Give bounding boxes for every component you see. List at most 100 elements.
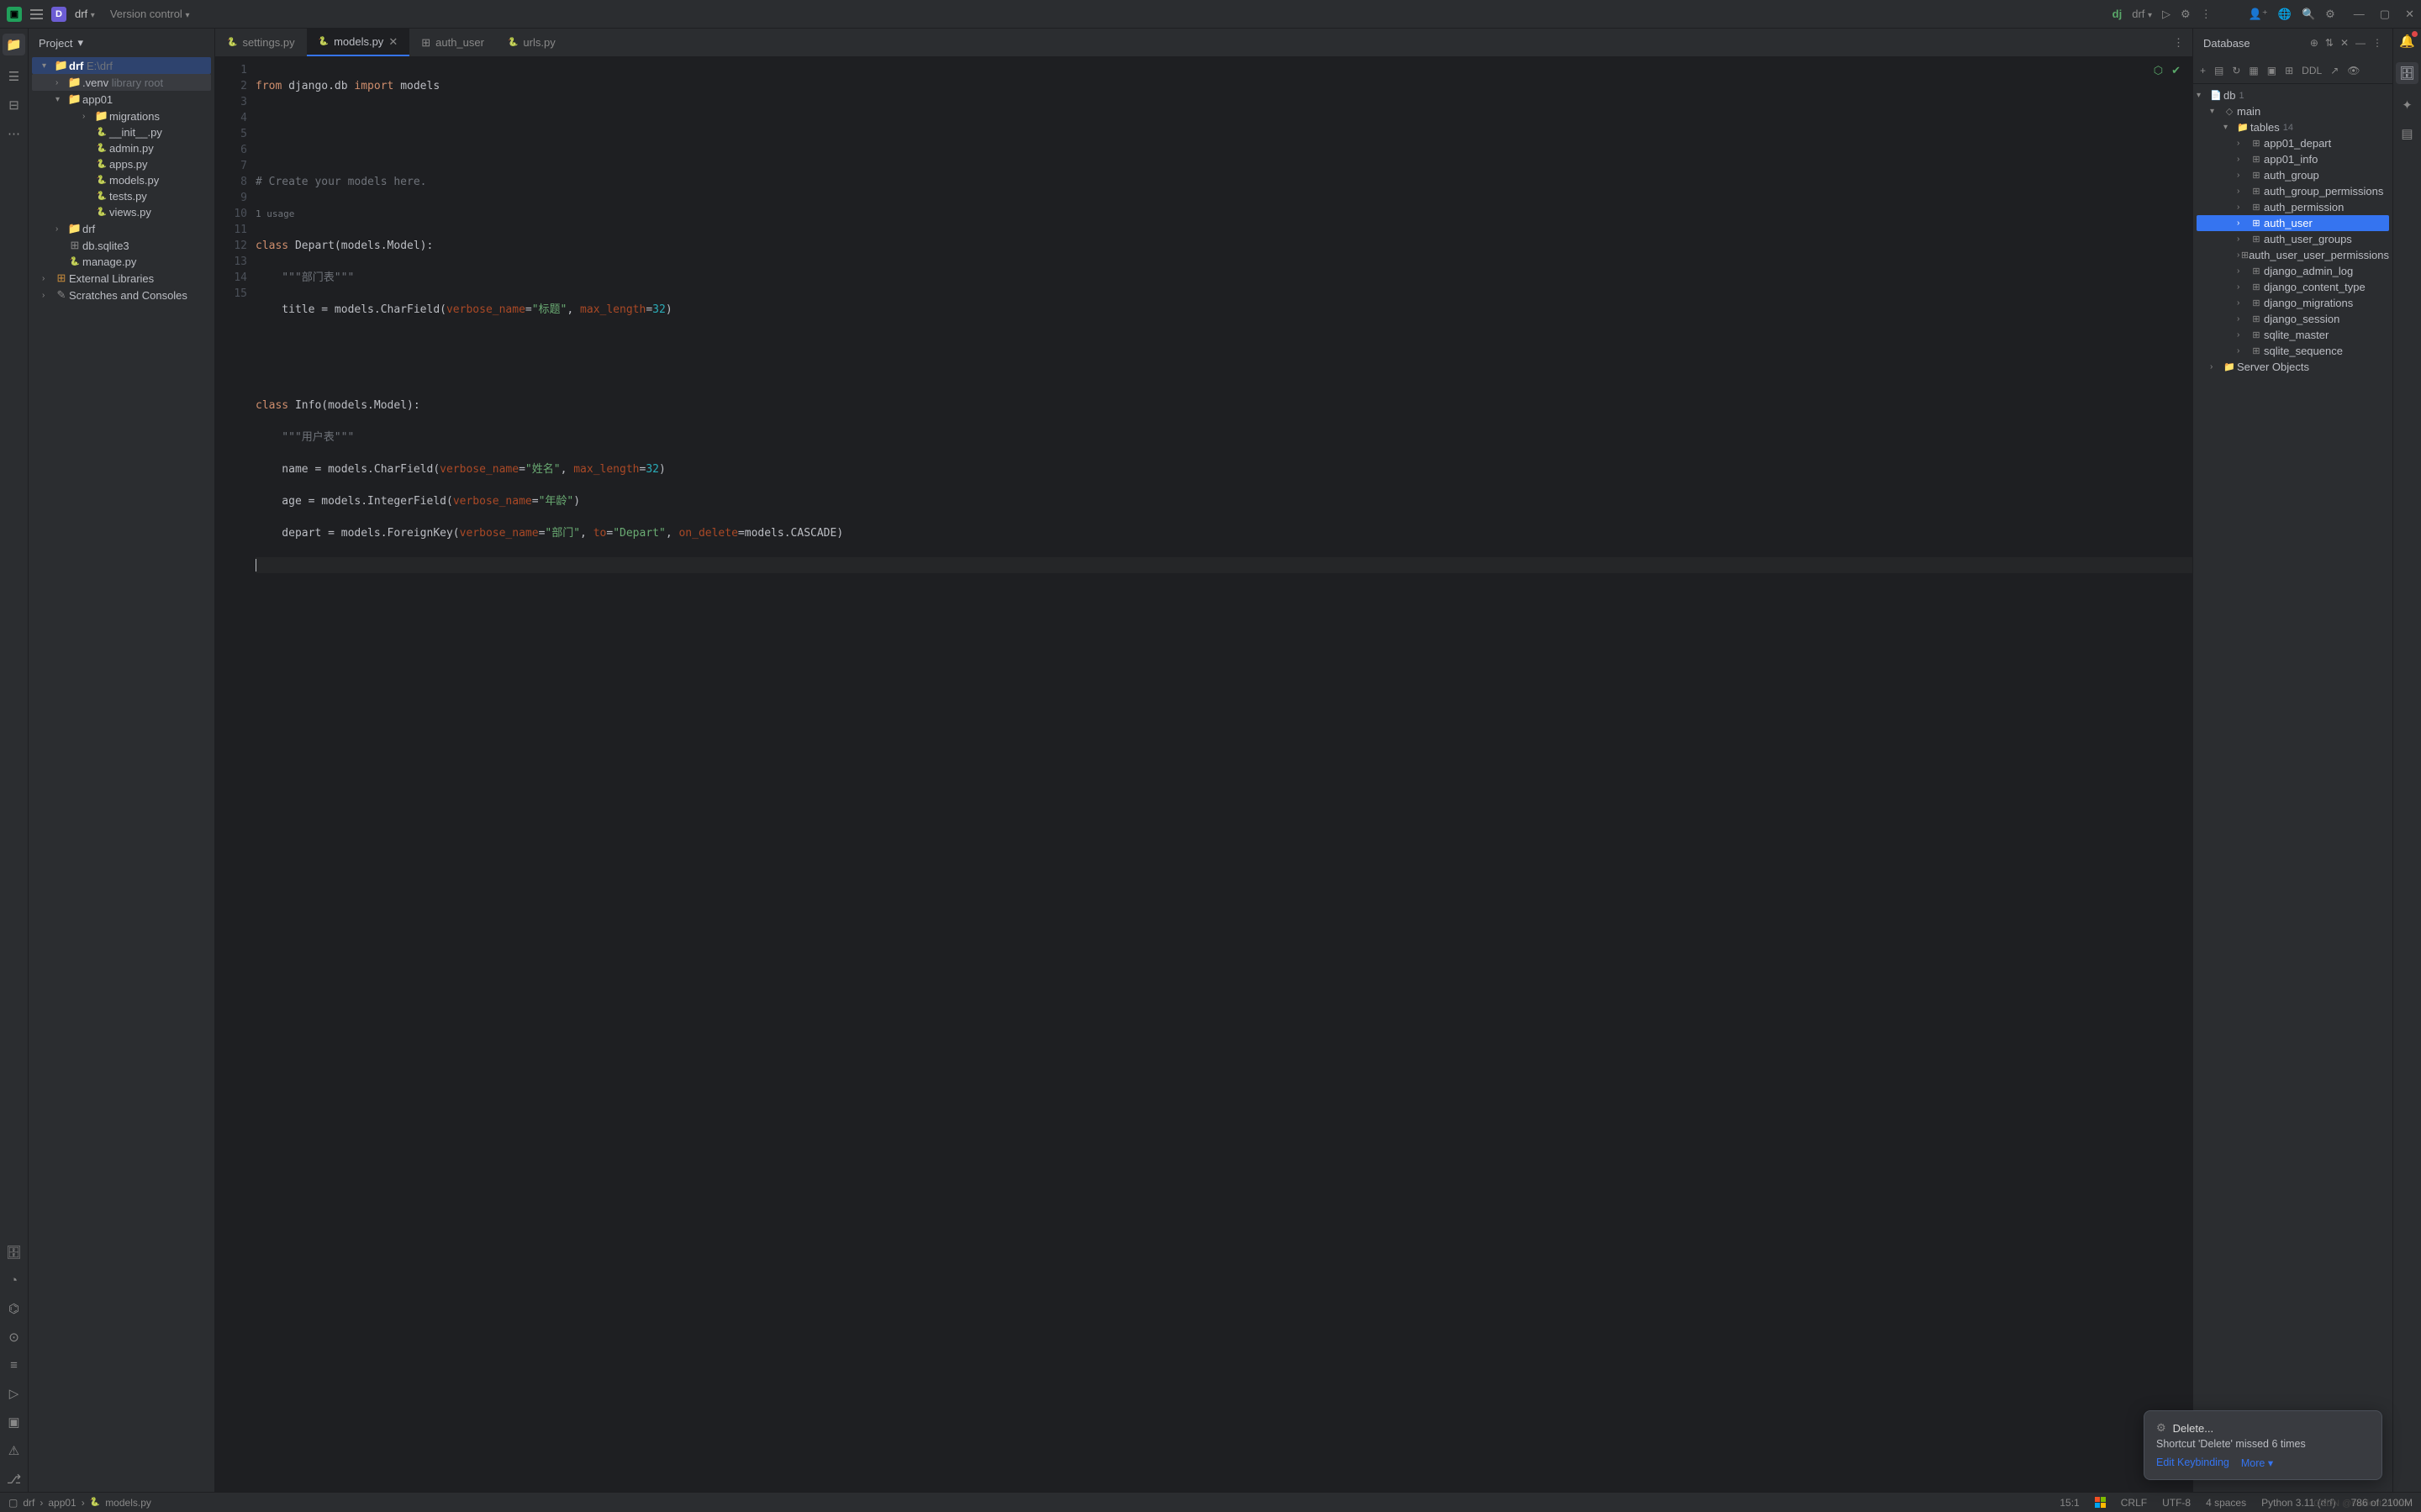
run-tool-icon[interactable]: ▷ xyxy=(9,1386,19,1401)
db-table-icon[interactable]: ⊞ xyxy=(2285,65,2293,76)
db-add-icon[interactable]: ⊕ xyxy=(2310,37,2318,49)
git-icon[interactable]: ⎇ xyxy=(7,1472,21,1487)
notifications-button[interactable]: 🔔 xyxy=(2399,34,2415,49)
status-position[interactable]: 15:1 xyxy=(2060,1497,2079,1509)
python-console-icon[interactable]: ⌬ xyxy=(8,1301,19,1316)
db-table-item[interactable]: ›⊞app01_depart xyxy=(2197,135,2389,151)
db-table-item[interactable]: ›⊞auth_group_permissions xyxy=(2197,183,2389,199)
tab-urls[interactable]: 🐍urls.py xyxy=(496,29,567,56)
tree-file[interactable]: 🐍views.py xyxy=(32,204,211,220)
tree-file[interactable]: 🐍apps.py xyxy=(32,156,211,172)
settings-icon[interactable]: ⚙ xyxy=(2325,8,2335,21)
db-navigate-icon[interactable]: ↗ xyxy=(2330,65,2339,76)
status-indent[interactable]: 4 spaces xyxy=(2206,1497,2246,1509)
project-tool-button[interactable]: 📁 xyxy=(3,34,25,55)
code-editor[interactable]: ⬡ ✔ 1 2 3 4 5 6 7 8 9 10 11 12 13 14 15 xyxy=(215,57,2192,1492)
problems-icon[interactable]: ⚠ xyxy=(8,1443,19,1458)
tab-settings[interactable]: 🐍settings.py xyxy=(215,29,307,56)
vcs-dropdown[interactable]: Version control ▾ xyxy=(110,8,190,20)
tree-manage[interactable]: 🐍manage.py xyxy=(32,254,211,270)
inspection-ok-icon[interactable]: ⬡ xyxy=(2154,64,2163,77)
db-table-item[interactable]: ›⊞auth_user_groups xyxy=(2197,231,2389,247)
db-stop-icon[interactable]: ▦ xyxy=(2249,65,2258,76)
db-tables[interactable]: ▾📁tables14 xyxy=(2197,119,2389,135)
editor-more-button[interactable]: ⋮ xyxy=(2165,29,2192,56)
snippet-tool-button[interactable]: ▤ xyxy=(2401,126,2413,141)
endpoints-tool-button[interactable]: ⊟ xyxy=(8,97,19,113)
db-main[interactable]: ▾◇main xyxy=(2197,103,2389,119)
db-minimize-icon[interactable]: — xyxy=(2355,37,2366,49)
db-diagram-icon[interactable]: ▣ xyxy=(2267,65,2276,76)
tree-app01[interactable]: ▾📁app01 xyxy=(32,91,211,108)
project-name-dropdown[interactable]: drf ▾ xyxy=(75,8,95,20)
db-console-icon[interactable]: ▤ xyxy=(2214,65,2223,76)
ai-tool-button[interactable]: ✦ xyxy=(2402,97,2413,113)
db-table-item[interactable]: ›⊞django_migrations xyxy=(2197,295,2389,311)
db-root[interactable]: ▾📄db1 xyxy=(2197,87,2389,103)
code-with-me-icon[interactable]: 👤⁺ xyxy=(2249,8,2268,21)
status-encoding[interactable]: UTF-8 xyxy=(2162,1497,2191,1509)
database-tool-button[interactable]: 🗄 xyxy=(2396,62,2418,84)
run-config-dropdown[interactable]: drf ▾ xyxy=(2132,8,2152,20)
db-ddl-button[interactable]: DDL xyxy=(2302,65,2322,76)
tree-file[interactable]: 🐍models.py xyxy=(32,172,211,188)
debug-button[interactable]: ⚙ xyxy=(2181,8,2191,21)
project-tree[interactable]: ▾📁 drf E:\drf ›📁 .venv library root ▾📁ap… xyxy=(29,57,214,1492)
db-table-item[interactable]: ›⊞auth_user_user_permissions xyxy=(2197,247,2389,263)
structure-tool-button[interactable]: ☰ xyxy=(8,69,19,84)
close-button[interactable]: ✕ xyxy=(2405,8,2414,21)
tree-file[interactable]: 🐍__init__.py xyxy=(32,124,211,140)
right-toolbar: 🔔 🗄 ✦ ▤ xyxy=(2392,29,2421,1492)
db-server-objects[interactable]: ›📁Server Objects xyxy=(2197,359,2389,375)
code-content[interactable]: from django.db import models # Create yo… xyxy=(256,57,2192,1492)
tree-file[interactable]: 🐍tests.py xyxy=(32,188,211,204)
database-tool-icon[interactable]: 🗄 xyxy=(6,1245,22,1260)
db-table-item[interactable]: ›⊞django_content_type xyxy=(2197,279,2389,295)
db-close-icon[interactable]: ✕ xyxy=(2340,37,2349,49)
tab-authuser[interactable]: ⊞auth_user xyxy=(409,29,496,56)
main-menu-button[interactable] xyxy=(30,9,43,19)
status-bar: ▢drf› app01› 🐍models.py 15:1 CRLF UTF-8 … xyxy=(0,1492,2421,1512)
tab-models[interactable]: 🐍models.py✕ xyxy=(307,29,410,56)
db-sort-icon[interactable]: ⇅ xyxy=(2325,37,2334,49)
db-table-item[interactable]: ›⊞django_admin_log xyxy=(2197,263,2389,279)
minimize-button[interactable]: — xyxy=(2354,8,2365,21)
more-run-button[interactable]: ⋮ xyxy=(2201,8,2212,21)
db-table-item[interactable]: ›⊞auth_permission xyxy=(2197,199,2389,215)
tree-migrations[interactable]: ›📁migrations xyxy=(32,108,211,124)
profiler-tool-icon[interactable]: ◔ xyxy=(10,1273,18,1288)
tree-venv[interactable]: ›📁 .venv library root xyxy=(32,74,211,91)
search-icon[interactable]: 🔍 xyxy=(2302,8,2315,21)
breadcrumbs[interactable]: ▢drf› app01› 🐍models.py xyxy=(8,1497,151,1509)
status-eol[interactable]: CRLF xyxy=(2121,1497,2147,1509)
more-link[interactable]: More ▾ xyxy=(2241,1457,2273,1469)
translate-icon[interactable]: 🌐 xyxy=(2278,8,2292,21)
status-memory[interactable]: 786 of 2100M xyxy=(2351,1497,2413,1509)
close-icon[interactable]: ✕ xyxy=(388,35,398,49)
tree-root[interactable]: ▾📁 drf E:\drf xyxy=(32,57,211,74)
tree-scratches[interactable]: ›✎Scratches and Consoles xyxy=(32,287,211,303)
db-table-item[interactable]: ›⊞django_session xyxy=(2197,311,2389,327)
tree-file[interactable]: 🐍admin.py xyxy=(32,140,211,156)
tree-drf-folder[interactable]: ›📁drf xyxy=(32,220,211,237)
db-table-item[interactable]: ›⊞sqlite_sequence xyxy=(2197,343,2389,359)
project-panel-header[interactable]: Project ▾ xyxy=(29,29,214,57)
run-button[interactable]: ▷ xyxy=(2162,8,2170,21)
more-tools-button[interactable]: ⋯ xyxy=(8,126,20,141)
layers-icon[interactable]: ≡ xyxy=(10,1358,18,1372)
db-table-item[interactable]: ›⊞sqlite_master xyxy=(2197,327,2389,343)
db-table-auth-user[interactable]: ›⊞auth_user xyxy=(2197,215,2389,231)
database-tree[interactable]: ▾📄db1 ▾◇main ▾📁tables14 ›⊞app01_depart ›… xyxy=(2193,84,2392,1492)
db-table-item[interactable]: ›⊞app01_info xyxy=(2197,151,2389,167)
edit-keybinding-link[interactable]: Edit Keybinding xyxy=(2156,1457,2229,1469)
db-more-icon[interactable]: ⋮ xyxy=(2372,37,2382,49)
tree-dbfile[interactable]: ⊞db.sqlite3 xyxy=(32,237,211,254)
db-table-item[interactable]: ›⊞auth_group xyxy=(2197,167,2389,183)
db-refresh-icon[interactable]: ↻ xyxy=(2232,65,2240,76)
terminal-icon[interactable]: ▣ xyxy=(8,1415,19,1430)
services-icon[interactable]: ⊙ xyxy=(8,1330,19,1345)
tree-external-libs[interactable]: ›⊞External Libraries xyxy=(32,270,211,287)
db-new-icon[interactable]: + xyxy=(2200,65,2206,76)
maximize-button[interactable]: ▢ xyxy=(2380,8,2390,21)
db-view-icon[interactable]: 👁 xyxy=(2347,65,2360,76)
